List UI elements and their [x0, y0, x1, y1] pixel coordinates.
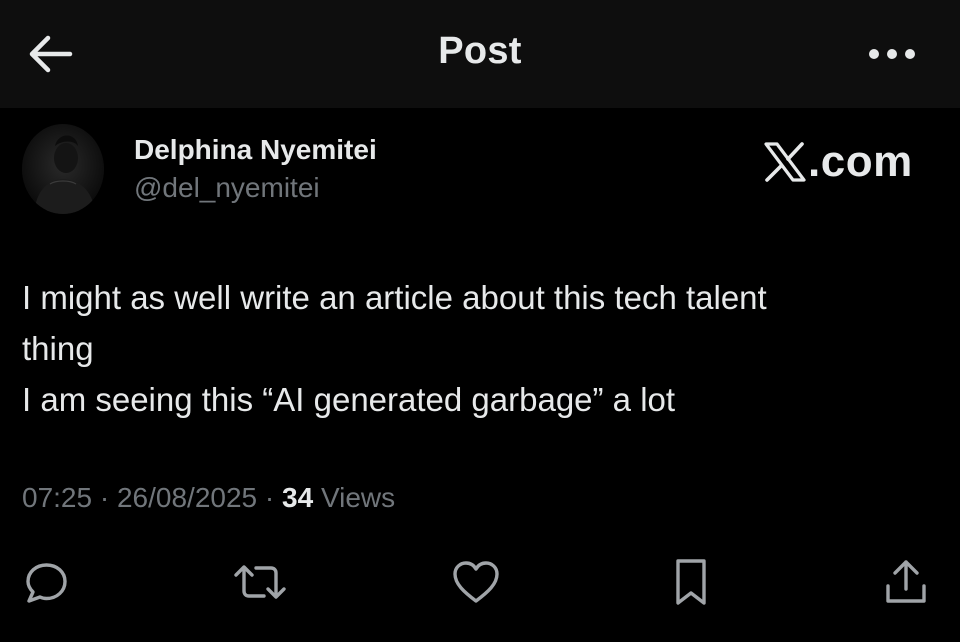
top-bar: Post [0, 0, 960, 108]
display-name[interactable]: Delphina Nyemitei [134, 134, 377, 166]
share-icon [886, 560, 926, 603]
like-button[interactable] [448, 554, 504, 610]
post-date: 26/08/2025 [116, 482, 258, 513]
post-line: thing [22, 330, 94, 367]
user-handle[interactable]: @del_nyemitei [134, 172, 320, 204]
reply-button[interactable] [18, 554, 74, 610]
repost-icon [234, 565, 286, 599]
meta-separator: · [99, 482, 110, 513]
post-line: I am seeing this “AI generated garbage” … [22, 381, 676, 418]
post-line: I might as well write an article about t… [22, 279, 767, 316]
views-label[interactable]: Views [321, 482, 395, 513]
post-body: I might as well write an article about t… [22, 272, 922, 425]
post-meta: 07:25 · 26/08/2025 · 34 Views [22, 482, 395, 514]
author-block: Delphina Nyemitei @del_nyemitei [22, 124, 722, 216]
meta-separator: · [264, 482, 275, 513]
xcom-watermark: .com [764, 136, 913, 188]
repost-button[interactable] [232, 554, 288, 610]
post-time: 07:25 [22, 482, 93, 513]
more-horizontal-icon [869, 49, 915, 59]
bookmark-button[interactable] [663, 554, 719, 610]
views-count[interactable]: 34 [282, 482, 313, 513]
page-title: Post [438, 30, 522, 72]
share-button[interactable] [878, 554, 934, 610]
reply-icon [26, 563, 67, 603]
bookmark-icon [676, 559, 706, 605]
x-logo-icon [764, 142, 806, 182]
more-options-button[interactable] [866, 40, 918, 68]
post-screen: Post Delphina Nyemitei @del_nyemitei .co… [0, 0, 960, 642]
heart-icon [453, 561, 499, 603]
watermark-text: .com [808, 137, 913, 186]
action-bar [0, 554, 960, 610]
avatar[interactable] [22, 124, 104, 214]
